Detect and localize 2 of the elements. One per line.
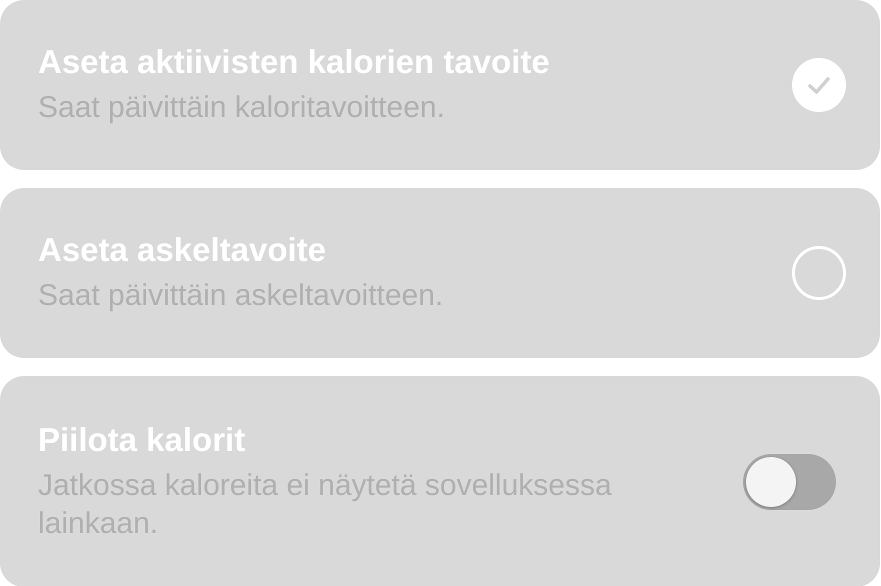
radio-button[interactable] xyxy=(792,246,846,300)
radio-checked[interactable] xyxy=(792,58,846,112)
